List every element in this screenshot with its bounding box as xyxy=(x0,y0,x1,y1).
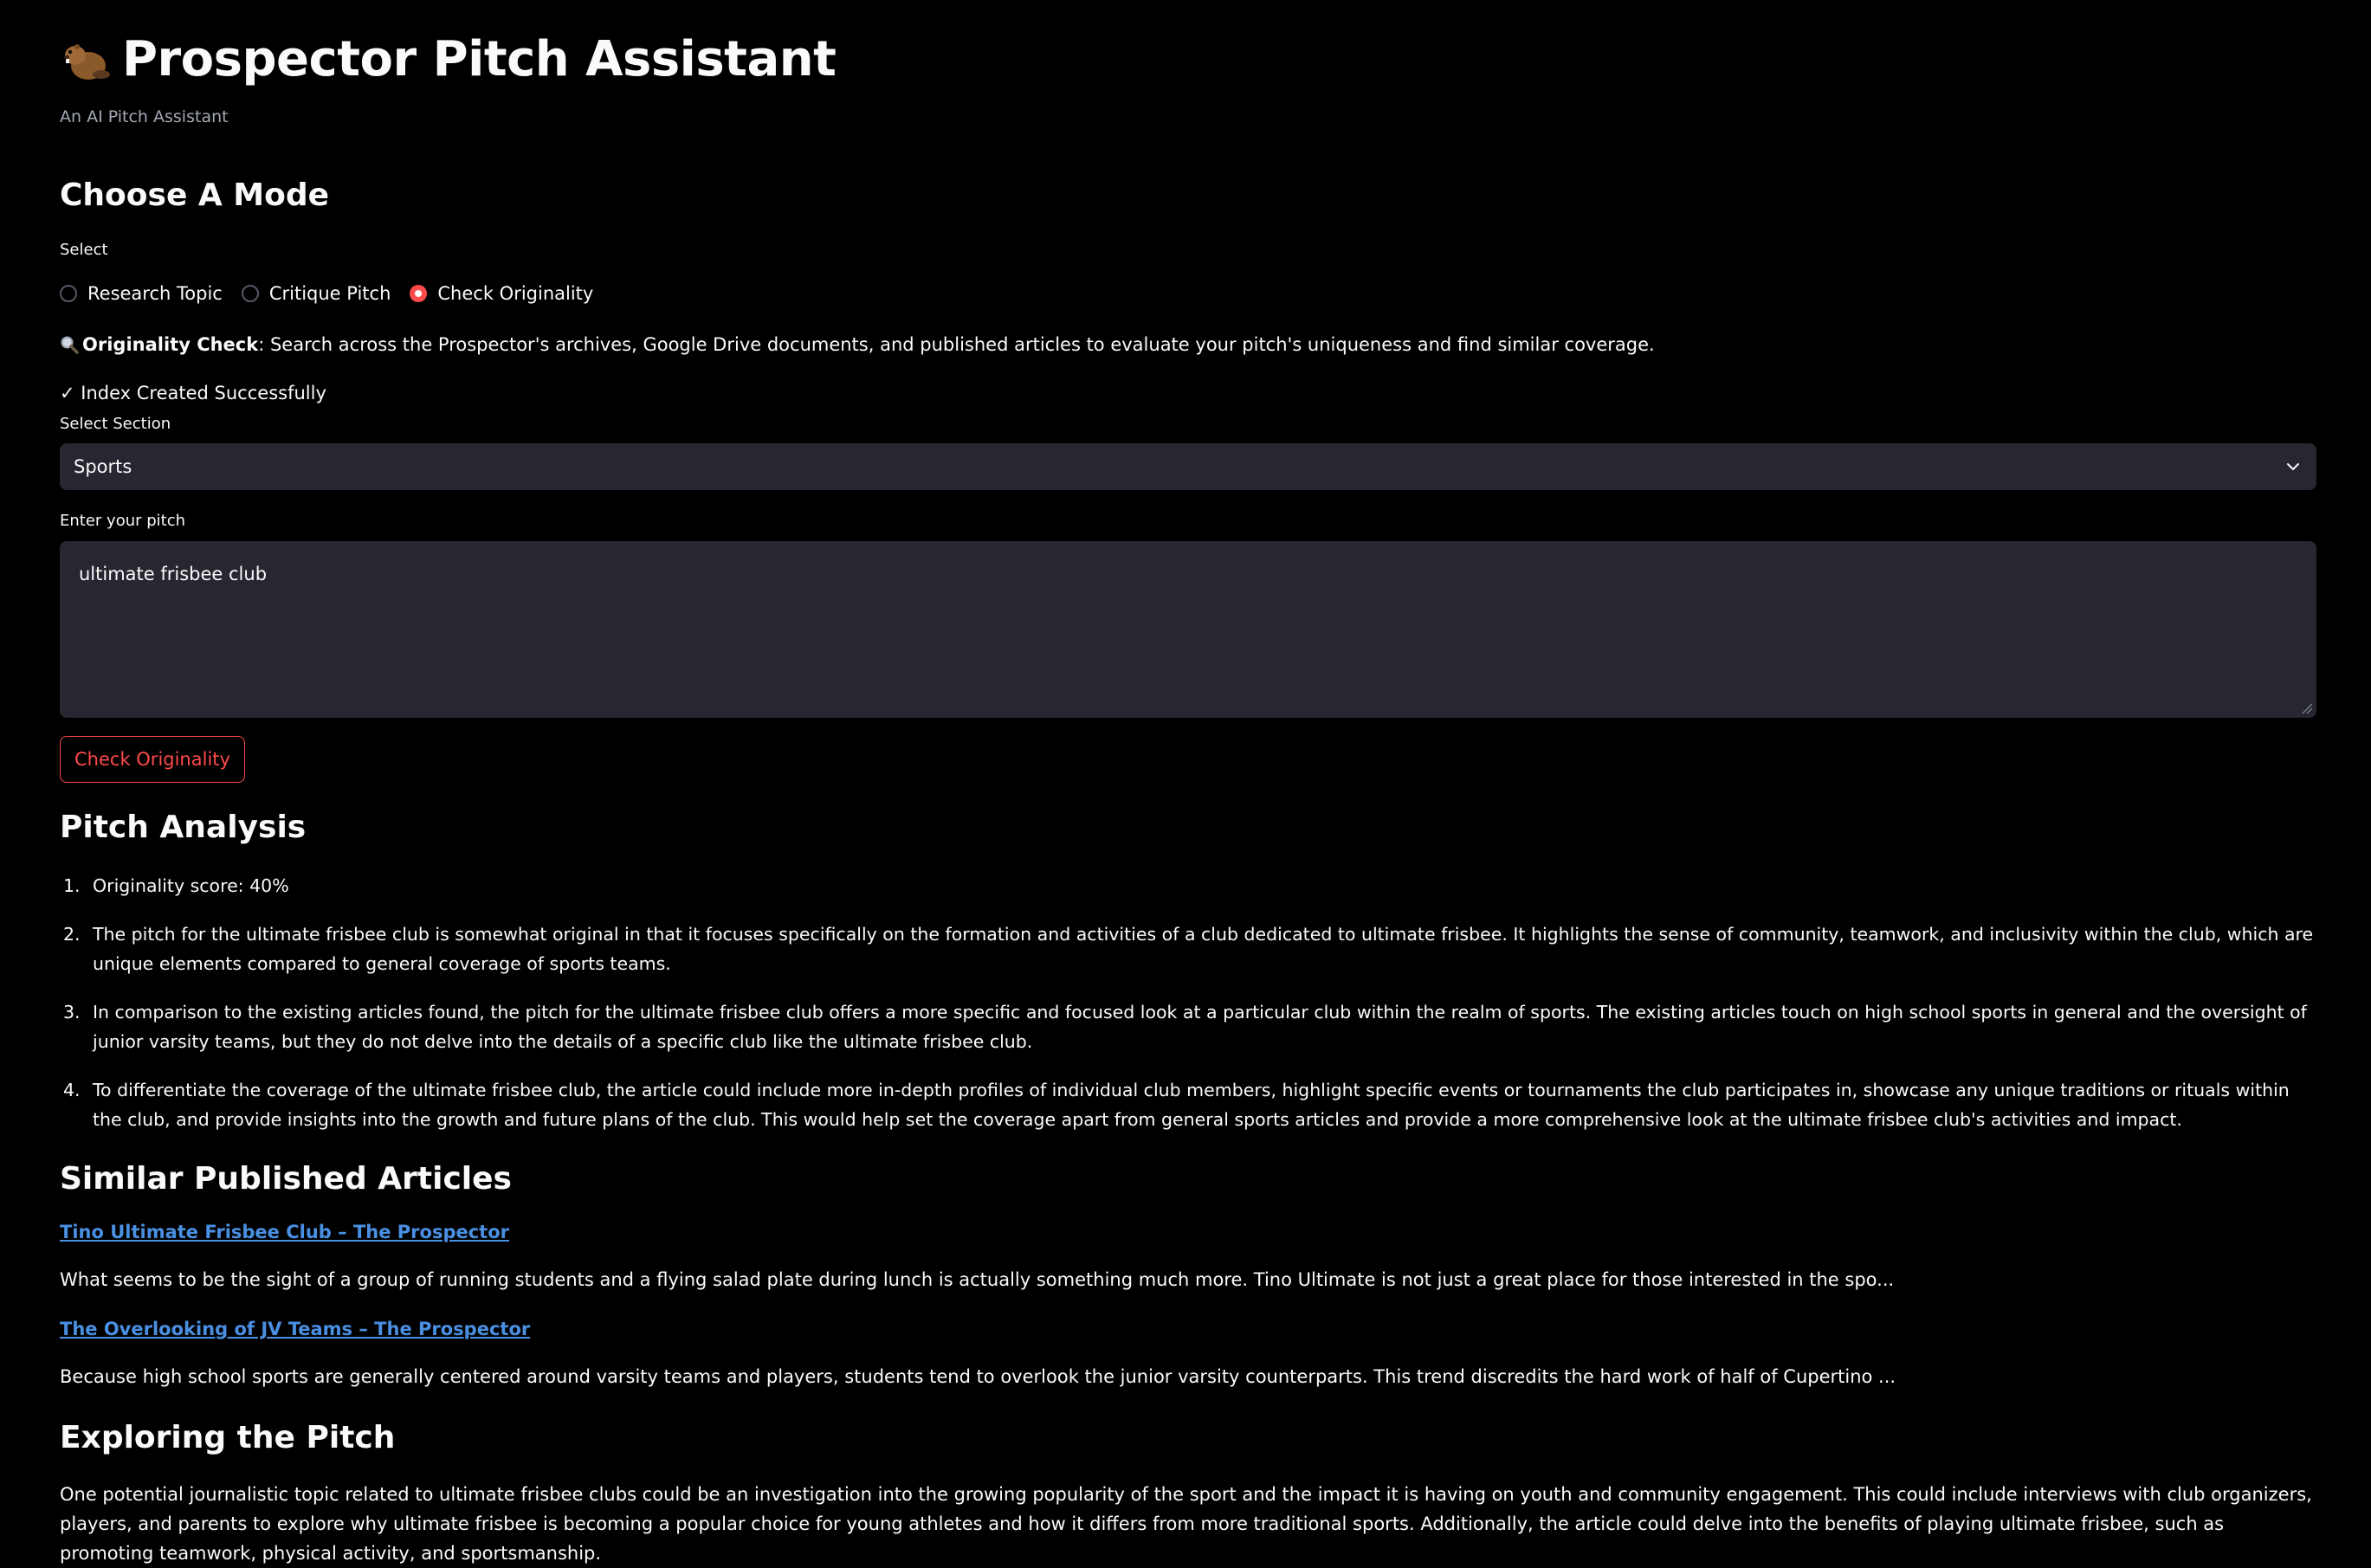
section-select[interactable]: Sports xyxy=(60,443,2316,490)
list-item-number: 2. xyxy=(63,923,81,945)
magnifying-glass-icon xyxy=(61,336,79,354)
list-item: 2. The pitch for the ultimate frisbee cl… xyxy=(60,920,2316,979)
radio-button-selected-icon[interactable] xyxy=(410,285,428,302)
mode-radio-group: Research Topic Critique Pitch Check Orig… xyxy=(60,279,612,308)
section-select-value: Sports xyxy=(74,456,132,477)
radio-critique-pitch[interactable]: Critique Pitch xyxy=(241,283,391,304)
article-link[interactable]: Tino Ultimate Frisbee Club – The Prospec… xyxy=(60,1222,509,1242)
list-item: 1. Originality score: 40% xyxy=(60,871,2316,901)
radio-label: Critique Pitch xyxy=(268,283,391,304)
mode-description: Originality Check: Search across the Pro… xyxy=(60,334,1655,355)
section-label: Select Section xyxy=(60,415,171,433)
list-item: 3. In comparison to the existing article… xyxy=(60,997,2316,1057)
mode-heading: Choose A Mode xyxy=(60,177,330,213)
radio-label: Check Originality xyxy=(437,283,594,304)
list-item-text: In comparison to the existing articles f… xyxy=(93,1001,2307,1053)
list-item-text: The pitch for the ultimate frisbee club … xyxy=(93,923,2314,975)
radio-check-originality[interactable]: Check Originality xyxy=(410,283,593,304)
list-item-number: 3. xyxy=(63,1001,81,1023)
check-originality-button[interactable]: Check Originality xyxy=(60,736,245,783)
list-item-number: 4. xyxy=(63,1079,81,1100)
analysis-list: 1. Originality score: 40% 2. The pitch f… xyxy=(60,871,2316,1153)
mode-select-label: Select xyxy=(60,241,108,259)
chevron-down-icon[interactable] xyxy=(2284,457,2303,476)
pitch-text: ultimate frisbee club xyxy=(79,564,268,584)
radio-label: Research Topic xyxy=(87,283,223,304)
exploring-paragraph: One potential journalistic topic related… xyxy=(60,1484,2312,1564)
list-item: 4. To differentiate the coverage of the … xyxy=(60,1075,2316,1135)
page-title-row: Prospector Pitch Assistant xyxy=(60,24,837,94)
exploring-heading: Exploring the Pitch xyxy=(60,1420,396,1455)
radio-button-icon[interactable] xyxy=(241,285,259,302)
article-snippet: What seems to be the sight of a group of… xyxy=(60,1269,1895,1290)
description-bold: Originality Check xyxy=(82,334,259,355)
beaver-icon xyxy=(64,44,110,80)
analysis-heading: Pitch Analysis xyxy=(60,810,307,845)
resize-handle-icon[interactable] xyxy=(2301,702,2313,714)
article-snippet: Because high school sports are generally… xyxy=(60,1366,1896,1387)
article-link[interactable]: The Overlooking of JV Teams – The Prospe… xyxy=(60,1319,530,1339)
list-item-number: 1. xyxy=(63,875,81,896)
description-text: : Search across the Prospector's archive… xyxy=(258,334,1655,355)
pitch-label: Enter your pitch xyxy=(60,512,186,530)
list-item-text: Originality score: 40% xyxy=(93,875,289,896)
pitch-textarea[interactable]: ultimate frisbee club xyxy=(60,541,2316,718)
page-caption: An AI Pitch Assistant xyxy=(60,107,229,126)
status-message: ✓ Index Created Successfully xyxy=(60,383,326,403)
radio-button-icon[interactable] xyxy=(60,285,77,302)
list-item-text: To differentiate the coverage of the ult… xyxy=(93,1079,2290,1131)
radio-research-topic[interactable]: Research Topic xyxy=(60,283,223,304)
similar-articles-heading: Similar Published Articles xyxy=(60,1161,512,1197)
page-title: Prospector Pitch Assistant xyxy=(122,30,837,87)
